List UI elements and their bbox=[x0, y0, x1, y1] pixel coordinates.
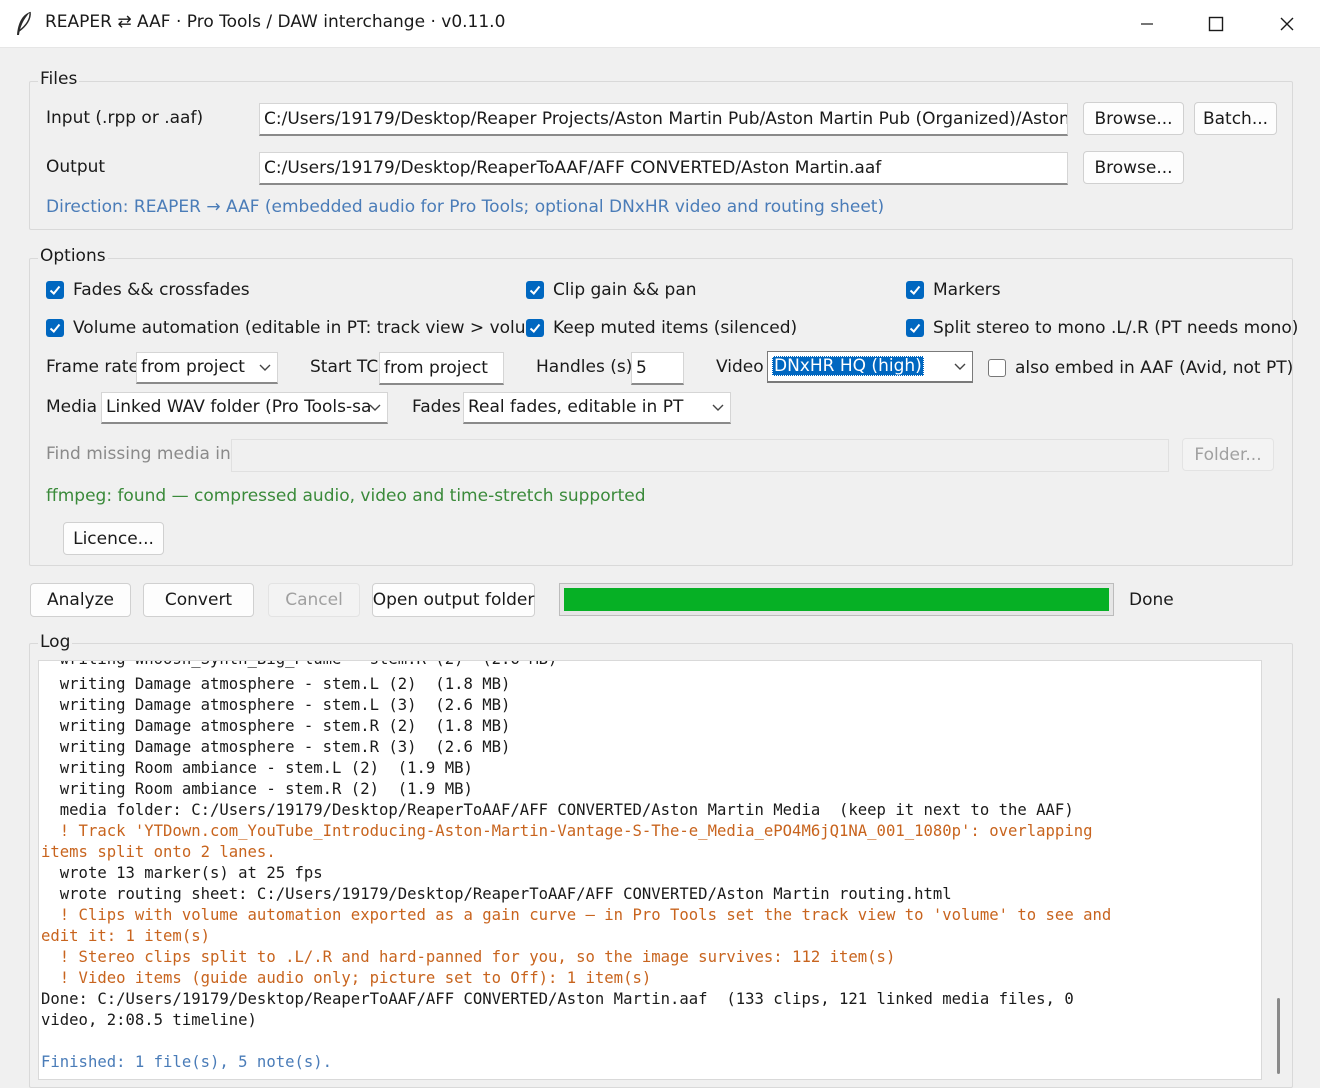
fades-value: Real fades, editable in PT bbox=[468, 397, 684, 417]
input-label: Input (.rpp or .aaf) bbox=[46, 108, 204, 128]
log-line: media folder: C:/Users/19179/Desktop/Rea… bbox=[41, 801, 1074, 819]
chevron-down-icon bbox=[712, 404, 724, 411]
maximize-button[interactable] bbox=[1193, 0, 1239, 48]
log-line: writing Damage atmosphere - stem.L (3) (… bbox=[41, 696, 511, 714]
log-line: items split onto 2 lanes. bbox=[41, 843, 276, 861]
log-text-area[interactable]: writing Whoosh_Synth_Big_Plume - stem.R … bbox=[38, 660, 1262, 1080]
media-value: Linked WAV folder (Pro Tools-sa bbox=[106, 397, 372, 417]
chevron-down-icon bbox=[259, 364, 271, 371]
markers-label: Markers bbox=[933, 280, 1001, 300]
log-line: writing Whoosh_Synth_Big_Plume - stem.R … bbox=[41, 661, 558, 670]
input-path-field[interactable]: C:/Users/19179/Desktop/Reaper Projects/A… bbox=[259, 103, 1068, 136]
split-stereo-label: Split stereo to mono .L/.R (PT needs mon… bbox=[933, 318, 1299, 338]
window-title: REAPER ⇄ AAF · Pro Tools / DAW interchan… bbox=[45, 12, 506, 32]
status-text: Done bbox=[1129, 590, 1174, 610]
open-output-folder-button[interactable]: Open output folder bbox=[372, 583, 535, 617]
log-line: writing Damage atmosphere - stem.L (2) (… bbox=[41, 675, 511, 693]
convert-button[interactable]: Convert bbox=[143, 583, 254, 617]
close-button[interactable] bbox=[1264, 0, 1310, 48]
volume-automation-label: Volume automation (editable in PT: track… bbox=[73, 318, 526, 338]
output-label: Output bbox=[46, 157, 106, 177]
log-line: writing Damage atmosphere - stem.R (3) (… bbox=[41, 738, 511, 756]
media-label: Media bbox=[46, 397, 98, 417]
video-codec-select[interactable]: DNxHR HQ (high) bbox=[767, 351, 973, 383]
frame-rate-label: Frame rate bbox=[46, 357, 139, 377]
progress-bar bbox=[559, 583, 1114, 616]
ffmpeg-status: ffmpeg: found — compressed audio, video … bbox=[46, 486, 646, 506]
direction-text: Direction: REAPER → AAF (embedded audio … bbox=[46, 197, 885, 217]
log-line: Finished: 1 file(s), 5 note(s). bbox=[41, 1053, 333, 1071]
analyze-button[interactable]: Analyze bbox=[30, 583, 131, 617]
chevron-down-icon bbox=[954, 363, 966, 370]
log-legend: Log bbox=[38, 632, 73, 652]
input-browse-button[interactable]: Browse... bbox=[1083, 102, 1184, 135]
minimize-button[interactable] bbox=[1124, 0, 1170, 48]
folder-button[interactable]: Folder... bbox=[1182, 438, 1274, 471]
frame-rate-value: from project bbox=[141, 357, 245, 377]
checkmark-icon bbox=[526, 319, 544, 337]
log-line: ! Clips with volume automation exported … bbox=[41, 906, 1112, 924]
log-line: ! Stereo clips split to .L/.R and hard-p… bbox=[41, 948, 896, 966]
clip-gain-pan-label: Clip gain && pan bbox=[553, 280, 697, 300]
close-icon bbox=[1280, 17, 1294, 31]
chevron-down-icon bbox=[369, 404, 381, 411]
also-embed-label: also embed in AAF (Avid, not PT) bbox=[1015, 358, 1294, 378]
clip-gain-pan-checkbox[interactable]: Clip gain && pan bbox=[526, 280, 697, 300]
video-label: Video bbox=[716, 357, 764, 377]
log-scrollbar[interactable] bbox=[1272, 662, 1286, 1078]
cancel-button[interactable]: Cancel bbox=[268, 583, 360, 617]
volume-automation-checkbox[interactable]: Volume automation (editable in PT: track… bbox=[46, 318, 526, 338]
log-line: Done: C:/Users/19179/Desktop/ReaperToAAF… bbox=[41, 990, 1074, 1008]
output-path-field[interactable]: C:/Users/19179/Desktop/ReaperToAAF/AFF C… bbox=[259, 152, 1068, 185]
files-legend: Files bbox=[38, 69, 80, 89]
checkmark-icon bbox=[526, 281, 544, 299]
frame-rate-select[interactable]: from project bbox=[136, 352, 278, 384]
checkmark-icon bbox=[906, 319, 924, 337]
log-line: ! Track 'YTDown.com_YouTube_Introducing-… bbox=[41, 822, 1093, 840]
log-line: edit it: 1 item(s) bbox=[41, 927, 210, 945]
fades-label: Fades bbox=[412, 397, 461, 417]
progress-fill bbox=[564, 588, 1109, 611]
unchecked-box-icon bbox=[988, 359, 1006, 377]
split-stereo-checkbox[interactable]: Split stereo to mono .L/.R (PT needs mon… bbox=[906, 318, 1298, 338]
minimize-icon bbox=[1141, 23, 1153, 25]
log-line: ! Video items (guide audio only; picture… bbox=[41, 969, 652, 987]
handles-label: Handles (s) bbox=[536, 357, 633, 377]
also-embed-checkbox[interactable]: also embed in AAF (Avid, not PT) bbox=[988, 358, 1293, 378]
start-tc-field[interactable]: from project bbox=[379, 352, 504, 385]
checkmark-icon bbox=[46, 281, 64, 299]
log-line: wrote routing sheet: C:/Users/19179/Desk… bbox=[41, 885, 952, 903]
find-missing-label: Find missing media in bbox=[46, 444, 231, 464]
log-line: writing Damage atmosphere - stem.R (2) (… bbox=[41, 717, 511, 735]
video-codec-value: DNxHR HQ (high) bbox=[772, 356, 924, 376]
keep-muted-label: Keep muted items (silenced) bbox=[553, 318, 798, 338]
log-line: writing Room ambiance - stem.R (2) (1.9 … bbox=[41, 780, 473, 798]
fades-crossfades-checkbox[interactable]: Fades && crossfades bbox=[46, 280, 250, 300]
feather-icon bbox=[17, 11, 31, 35]
start-tc-label: Start TC bbox=[310, 357, 379, 377]
maximize-icon bbox=[1208, 16, 1224, 32]
fades-crossfades-label: Fades && crossfades bbox=[73, 280, 250, 300]
batch-button[interactable]: Batch... bbox=[1194, 102, 1277, 135]
checkmark-icon bbox=[46, 319, 64, 337]
find-missing-field bbox=[231, 439, 1169, 472]
log-line: writing Room ambiance - stem.L (2) (1.9 … bbox=[41, 759, 473, 777]
options-legend: Options bbox=[38, 246, 108, 266]
handles-field[interactable]: 5 bbox=[631, 352, 684, 385]
title-bar: REAPER ⇄ AAF · Pro Tools / DAW interchan… bbox=[0, 0, 1320, 48]
licence-button[interactable]: Licence... bbox=[63, 522, 164, 555]
fades-select[interactable]: Real fades, editable in PT bbox=[463, 392, 731, 424]
keep-muted-checkbox[interactable]: Keep muted items (silenced) bbox=[526, 318, 797, 338]
log-line: video, 2:08.5 timeline) bbox=[41, 1011, 257, 1029]
log-line: wrote 13 marker(s) at 25 fps bbox=[41, 864, 323, 882]
markers-checkbox[interactable]: Markers bbox=[906, 280, 1001, 300]
log-scrollbar-thumb[interactable] bbox=[1277, 998, 1280, 1074]
checkmark-icon bbox=[906, 281, 924, 299]
output-browse-button[interactable]: Browse... bbox=[1083, 151, 1184, 184]
media-select[interactable]: Linked WAV folder (Pro Tools-sa bbox=[101, 392, 388, 424]
